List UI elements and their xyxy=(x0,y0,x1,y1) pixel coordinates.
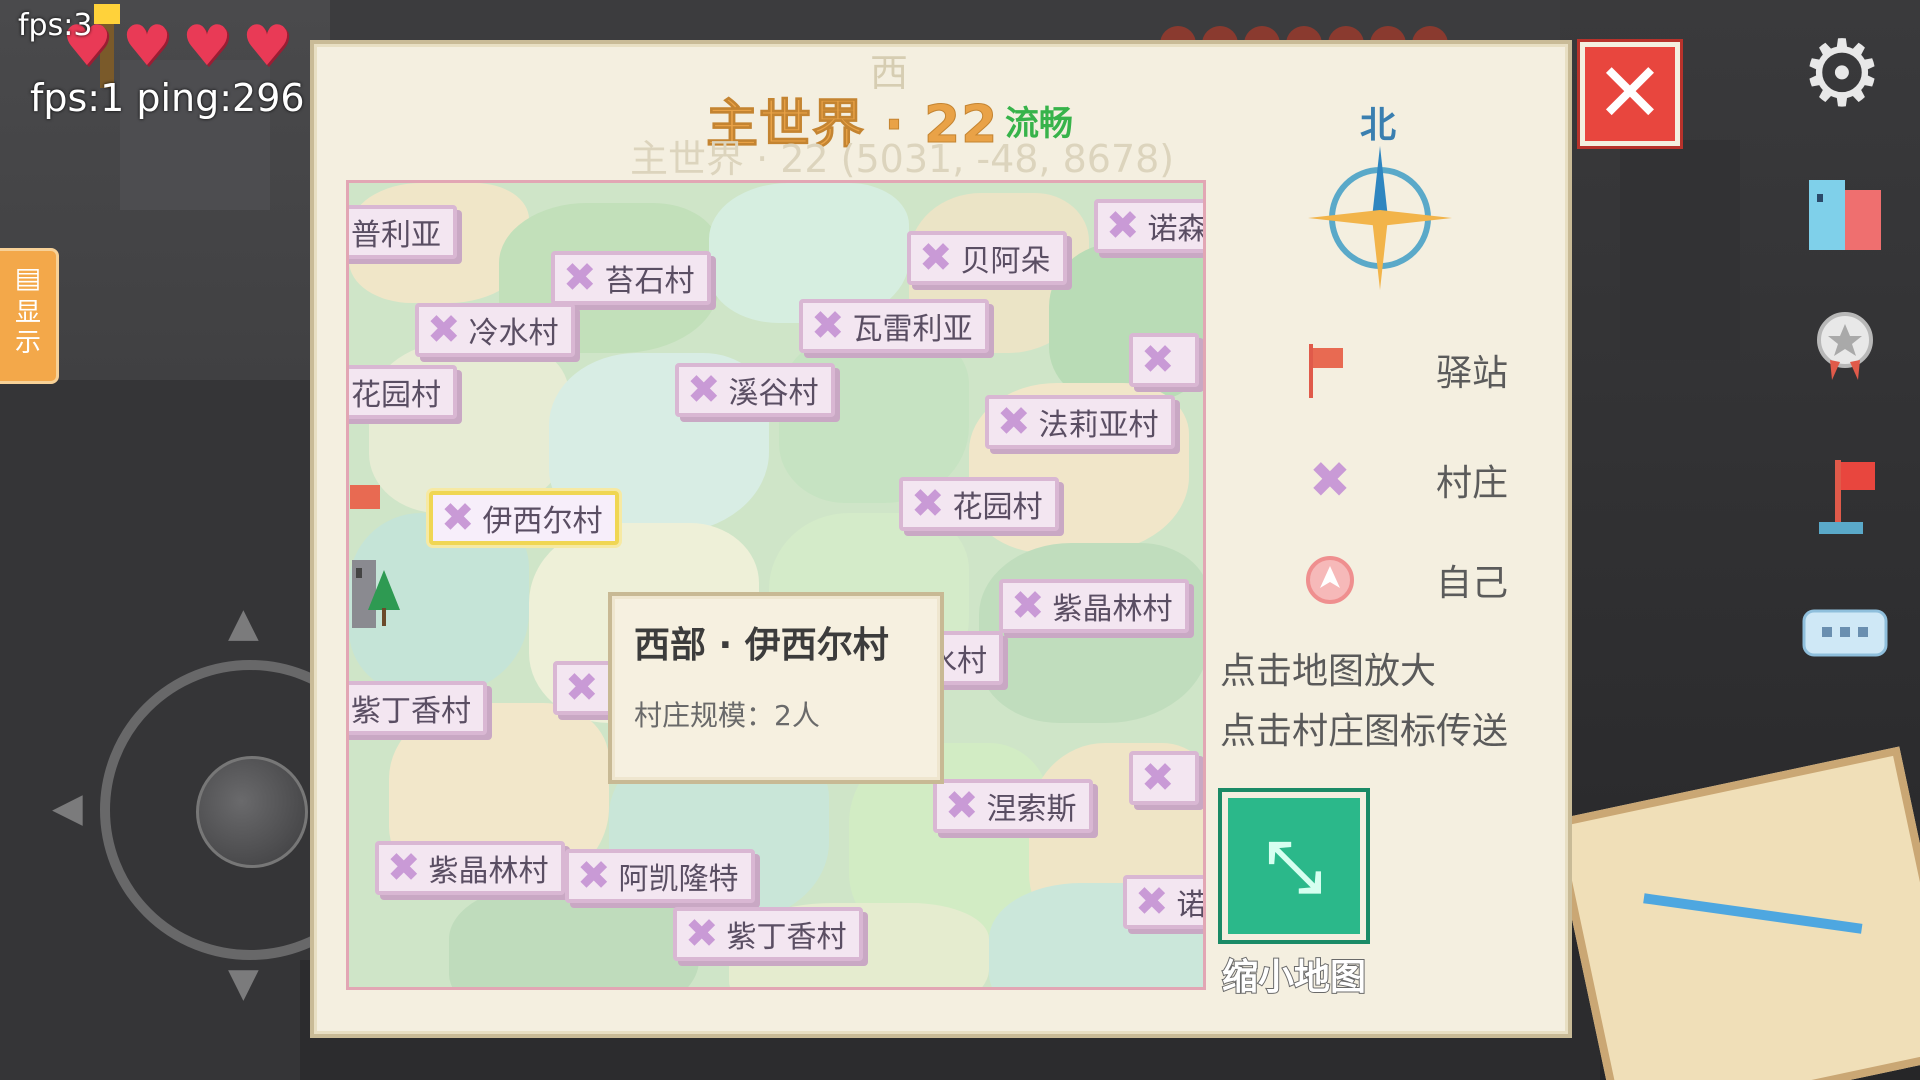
self-arrow-icon xyxy=(1290,540,1370,620)
village-icon: ✖ xyxy=(1141,755,1175,801)
village-label: 花园村 xyxy=(351,378,441,413)
village-label: 法莉亚村 xyxy=(1038,408,1159,443)
village-tag[interactable]: ✖ xyxy=(1129,751,1199,805)
village-tag[interactable]: 普利亚 xyxy=(349,205,457,259)
chat-bubble-icon: ▤ xyxy=(14,261,42,294)
hint-zoom: 点击地图放大 xyxy=(1220,651,1437,692)
village-icon: ✖ xyxy=(997,399,1031,445)
village-icon: ✖ xyxy=(1309,451,1351,509)
terrain-cell xyxy=(979,543,1203,723)
village-tag[interactable]: ✖ 涅索斯 xyxy=(933,779,1093,833)
health-bar: ♥ ♥ ♥ ♥ xyxy=(60,14,294,79)
fps-ping-readout: fps:1 ping:296 xyxy=(30,76,305,120)
legend-self: 自己 xyxy=(1290,540,1530,620)
village-icon: ✖ xyxy=(565,665,599,711)
legend-label: 驿站 xyxy=(1436,353,1509,394)
settings-gear-icon[interactable]: ⚙ xyxy=(1800,28,1884,120)
village-tag[interactable]: ✖ 贝阿朵 xyxy=(907,231,1067,285)
village-tag[interactable]: ✖ 花园村 xyxy=(899,477,1059,531)
heart-icon: ♥ xyxy=(181,14,233,79)
compass-icon xyxy=(1308,146,1452,290)
village-tag[interactable]: ✖ 紫晶林村 xyxy=(375,841,565,895)
hint-teleport: 点击村庄图标传送 xyxy=(1220,711,1509,752)
tooltip-title: 西部 · 伊西尔村 xyxy=(634,625,889,666)
village-label: 诺森 xyxy=(1147,212,1206,247)
village-tag[interactable]: ✖ 苔石村 xyxy=(551,251,711,305)
village-tag[interactable]: ✖ 紫晶林村 xyxy=(999,579,1189,633)
map-viewport[interactable]: 普利亚 ✖ 苔石村 ✖ 贝阿朵 ✖ 诺森 ✖ 冷水村 ✖ 瓦雷利亚 花园村 ✖ 溪谷村 ✖ 法… xyxy=(346,180,1206,990)
village-label: 紫丁香村 xyxy=(726,920,847,955)
village-tag[interactable]: ✖ 诺 xyxy=(1123,875,1206,929)
village-tag[interactable]: ✖ 法莉亚村 xyxy=(985,395,1175,449)
village-label: 贝阿朵 xyxy=(960,244,1051,279)
village-tag[interactable]: ✖ 阿凯隆特 xyxy=(565,849,755,903)
village-icon: ✖ xyxy=(577,853,611,899)
village-label: 紫晶林村 xyxy=(428,854,549,889)
village-label: 冷水村 xyxy=(468,316,559,351)
village-tag[interactable]: ✖ 溪谷村 xyxy=(675,363,835,417)
arrow-left-icon: ◀ xyxy=(52,785,83,831)
village-label: 紫晶林村 xyxy=(1052,592,1173,627)
legend-village: ✖ 村庄 xyxy=(1290,440,1530,520)
show-chat-tab[interactable]: ▤ 显示 xyxy=(0,248,59,384)
village-tag[interactable]: ✖ 冷水村 xyxy=(415,303,575,357)
friends-icon[interactable] xyxy=(1800,170,1890,260)
shrink-map-label: 缩小地图 xyxy=(1221,956,1367,999)
close-button[interactable]: ✕ xyxy=(1580,42,1680,146)
village-label: 溪谷村 xyxy=(728,376,819,411)
village-tag[interactable]: ✖ 瓦雷利亚 xyxy=(799,299,989,353)
chat-icon[interactable] xyxy=(1800,590,1890,680)
village-icon: ✖ xyxy=(919,235,953,281)
village-tag[interactable]: ✖ xyxy=(1129,333,1199,387)
village-icon: ✖ xyxy=(441,495,475,541)
coordinates-readout: 主世界 · 22 (5031, -48, 8678) xyxy=(630,137,1175,181)
fps-counter: fps:3 xyxy=(18,8,93,43)
flag-marker-icon[interactable] xyxy=(1800,450,1890,540)
village-icon: ✖ xyxy=(1135,879,1169,925)
village-label: 伊西尔村 xyxy=(482,504,603,539)
shrink-icon: ⤡ xyxy=(1266,824,1322,907)
stone-block xyxy=(1620,140,1740,360)
village-icon: ✖ xyxy=(945,783,979,829)
village-label: 诺 xyxy=(1176,888,1206,923)
castle-icon xyxy=(352,560,400,628)
village-label: 瓦雷利亚 xyxy=(852,312,973,347)
village-label: 阿凯隆特 xyxy=(618,862,739,897)
village-label: 苔石村 xyxy=(604,264,695,299)
heart-icon: ♥ xyxy=(241,14,293,79)
village-tag[interactable]: 紫丁香村 xyxy=(349,681,487,735)
village-tooltip: 西部 · 伊西尔村 村庄规模：2人 xyxy=(608,592,944,784)
legend-station: 驿站 xyxy=(1290,330,1530,410)
achievement-badge-icon[interactable] xyxy=(1800,300,1890,390)
joystick-knob[interactable] xyxy=(196,756,308,868)
arrow-up-icon: ▲ xyxy=(228,600,259,646)
legend-label: 村庄 xyxy=(1436,463,1509,504)
village-label: 花园村 xyxy=(952,490,1043,525)
arrow-down-icon: ▼ xyxy=(228,960,259,1006)
village-tag-selected[interactable]: ✖ 伊西尔村 xyxy=(429,491,619,545)
village-icon: ✖ xyxy=(687,367,721,413)
village-tag[interactable]: ✖ 紫丁香村 xyxy=(673,907,863,961)
village-icon: ✖ xyxy=(811,303,845,349)
village-icon: ✖ xyxy=(911,481,945,527)
flag-icon xyxy=(1290,330,1370,410)
village-label: 紫丁香村 xyxy=(351,694,471,729)
village-tag[interactable]: ✖ 诺森 xyxy=(1094,199,1206,253)
legend-label: 自己 xyxy=(1436,563,1509,604)
village-tag[interactable]: 花园村 xyxy=(349,365,457,419)
village-icon: ✖ xyxy=(427,307,461,353)
tooltip-scale: 村庄规模：2人 xyxy=(634,699,820,732)
station-flag-icon xyxy=(350,485,380,509)
heart-icon: ♥ xyxy=(121,14,173,79)
village-icon: ✖ xyxy=(1141,337,1175,383)
village-label: 涅索斯 xyxy=(986,792,1077,827)
village-icon: ✖ xyxy=(563,255,597,301)
village-icon: ✖ xyxy=(387,845,421,891)
shrink-map-button[interactable]: ⤡ xyxy=(1222,792,1366,940)
show-tab-label: 显示 xyxy=(14,298,41,358)
village-label: 普利亚 xyxy=(351,218,441,253)
village-icon: ✖ xyxy=(685,911,719,957)
village-icon: ✖ xyxy=(1106,203,1140,249)
village-icon: ✖ xyxy=(1011,583,1045,629)
